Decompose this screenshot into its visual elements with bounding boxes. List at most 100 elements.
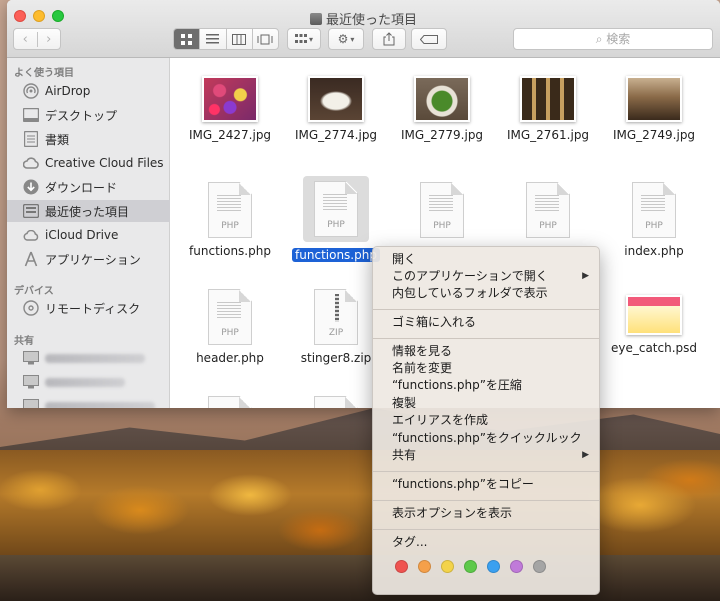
icon-view-icon bbox=[181, 33, 193, 45]
menu-item-duplicate[interactable]: 複製 bbox=[373, 395, 599, 412]
file-item[interactable]: eye_catch.psd bbox=[601, 295, 707, 355]
action-button[interactable]: ⚙ ▾ bbox=[328, 28, 364, 50]
sidebar-item-shared-computer[interactable] bbox=[7, 347, 170, 369]
menu-item-show-in-enclosing-folder[interactable]: 内包しているフォルダで表示 bbox=[373, 285, 599, 302]
php-file-icon: PHP bbox=[314, 181, 358, 237]
sidebar-item-recents[interactable]: 最近使った項目 bbox=[7, 200, 170, 222]
menu-item-show-view-options[interactable]: 表示オプションを表示 bbox=[373, 505, 599, 522]
file-icon bbox=[314, 396, 358, 408]
share-button[interactable] bbox=[372, 28, 406, 50]
titlebar: 最近使った項目 ‹ › ▾ ⚙ ▾ ⌕ 検索 bbox=[7, 0, 720, 58]
sidebar-item-shared-computer[interactable] bbox=[7, 371, 170, 393]
list-view-icon bbox=[206, 34, 220, 44]
photo-thumbnail bbox=[202, 76, 258, 122]
file-icon bbox=[208, 396, 252, 408]
menu-item-make-alias[interactable]: エイリアスを作成 bbox=[373, 412, 599, 429]
forward-button[interactable]: › bbox=[36, 31, 61, 47]
list-view-button[interactable] bbox=[199, 29, 225, 49]
photo-thumbnail bbox=[626, 76, 682, 122]
chevron-down-icon: ▾ bbox=[350, 34, 355, 44]
tag-color-gray[interactable] bbox=[533, 560, 546, 573]
network-computer-icon bbox=[23, 350, 39, 366]
menu-separator bbox=[373, 338, 599, 339]
edit-tags-button[interactable] bbox=[411, 28, 447, 50]
sidebar-item-downloads[interactable]: ダウンロード bbox=[7, 176, 170, 198]
file-item[interactable]: IMG_2774.jpg bbox=[283, 76, 389, 142]
sidebar-header-favorites: よく使う項目 bbox=[14, 68, 74, 79]
icon-view-button[interactable] bbox=[174, 29, 200, 49]
file-item[interactable]: PHP bbox=[389, 182, 495, 238]
window-title: 最近使った項目 bbox=[7, 9, 720, 28]
wallpaper-lake bbox=[0, 555, 720, 601]
zip-file-icon: ZIP bbox=[314, 289, 358, 345]
file-name: functions.php bbox=[189, 244, 271, 258]
column-view-button[interactable] bbox=[225, 29, 252, 49]
file-item[interactable] bbox=[177, 396, 283, 408]
arrange-grid-icon bbox=[294, 34, 307, 43]
wallpaper-forest bbox=[0, 450, 720, 560]
sidebar-item-desktop[interactable]: デスクトップ bbox=[7, 104, 170, 126]
menu-item-tags[interactable]: タグ... bbox=[373, 534, 599, 551]
php-file-icon: PHP bbox=[420, 182, 464, 238]
sidebar-header-shared: 共有 bbox=[14, 336, 34, 347]
sidebar-item-creative-cloud[interactable]: Creative Cloud Files bbox=[7, 152, 170, 174]
share-icon bbox=[383, 32, 395, 46]
file-name: IMG_2761.jpg bbox=[506, 128, 590, 142]
tag-color-orange[interactable] bbox=[418, 560, 431, 573]
sidebar-item-applications[interactable]: アプリケーション bbox=[7, 248, 170, 270]
psd-thumbnail bbox=[626, 295, 682, 335]
photo-thumbnail bbox=[308, 76, 364, 122]
file-item[interactable]: IMG_2761.jpg bbox=[495, 76, 601, 142]
sidebar: よく使う項目 AirDrop デスクトップ 書類 Creative Cloud … bbox=[7, 58, 170, 408]
tag-color-yellow[interactable] bbox=[441, 560, 454, 573]
back-button[interactable]: ‹ bbox=[14, 32, 37, 47]
tag-color-blue[interactable] bbox=[487, 560, 500, 573]
file-item[interactable]: PHP functions.php bbox=[177, 182, 283, 258]
cover-flow-icon bbox=[257, 34, 273, 44]
gear-icon: ⚙ bbox=[337, 32, 349, 46]
menu-item-compress[interactable]: “functions.php”を圧縮 bbox=[373, 377, 599, 394]
search-field[interactable]: ⌕ 検索 bbox=[513, 28, 713, 50]
photo-thumbnail bbox=[520, 76, 576, 122]
file-item[interactable]: IMG_2427.jpg bbox=[177, 76, 283, 142]
selection-highlight: PHP bbox=[303, 176, 369, 242]
menu-item-open-with[interactable]: このアプリケーションで開く ▶ bbox=[373, 268, 599, 285]
arrange-button[interactable]: ▾ bbox=[287, 28, 321, 50]
sidebar-item-icloud-drive[interactable]: iCloud Drive bbox=[7, 224, 170, 246]
menu-item-move-to-trash[interactable]: ゴミ箱に入れる bbox=[373, 314, 599, 331]
applications-icon bbox=[23, 251, 39, 267]
sidebar-item-documents[interactable]: 書類 bbox=[7, 128, 170, 150]
menu-item-copy[interactable]: “functions.php”をコピー bbox=[373, 476, 599, 493]
recents-folder-icon bbox=[309, 13, 322, 25]
blurred-computer-name bbox=[45, 377, 125, 387]
context-menu: 開く このアプリケーションで開く ▶ 内包しているフォルダで表示 ゴミ箱に入れる… bbox=[372, 246, 600, 595]
sidebar-item-remote-disc[interactable]: リモートディスク bbox=[7, 297, 170, 319]
documents-icon bbox=[23, 131, 39, 147]
submenu-arrow-icon: ▶ bbox=[582, 450, 589, 460]
menu-item-share[interactable]: 共有 ▶ bbox=[373, 447, 599, 464]
file-item[interactable]: PHP index.php bbox=[601, 182, 707, 258]
file-item[interactable]: PHP bbox=[495, 182, 601, 238]
sidebar-item-shared-computer[interactable] bbox=[7, 395, 170, 408]
sidebar-item-airdrop[interactable]: AirDrop bbox=[7, 80, 170, 102]
chevron-down-icon: ▾ bbox=[308, 34, 313, 44]
file-item[interactable]: IMG_2749.jpg bbox=[601, 76, 707, 142]
file-name: IMG_2779.jpg bbox=[400, 128, 484, 142]
file-item[interactable]: PHP header.php bbox=[177, 289, 283, 365]
view-mode-buttons bbox=[173, 28, 279, 50]
file-name: functions.php bbox=[292, 248, 380, 262]
tag-color-green[interactable] bbox=[464, 560, 477, 573]
creative-cloud-icon bbox=[23, 155, 39, 171]
menu-item-get-info[interactable]: 情報を見る bbox=[373, 343, 599, 360]
gallery-view-button[interactable] bbox=[251, 29, 278, 49]
menu-item-open[interactable]: 開く bbox=[373, 251, 599, 268]
column-view-icon bbox=[232, 33, 247, 45]
sidebar-header-devices: デバイス bbox=[14, 286, 54, 297]
menu-item-quick-look[interactable]: “functions.php”をクイックルック bbox=[373, 430, 599, 447]
finder-window: 最近使った項目 ‹ › ▾ ⚙ ▾ ⌕ 検索 よく使う項目 AirDrop デス… bbox=[7, 0, 720, 408]
tag-color-red[interactable] bbox=[395, 560, 408, 573]
file-item[interactable]: IMG_2779.jpg bbox=[389, 76, 495, 142]
tag-color-purple[interactable] bbox=[510, 560, 523, 573]
menu-item-rename[interactable]: 名前を変更 bbox=[373, 360, 599, 377]
search-placeholder: 検索 bbox=[606, 32, 631, 46]
